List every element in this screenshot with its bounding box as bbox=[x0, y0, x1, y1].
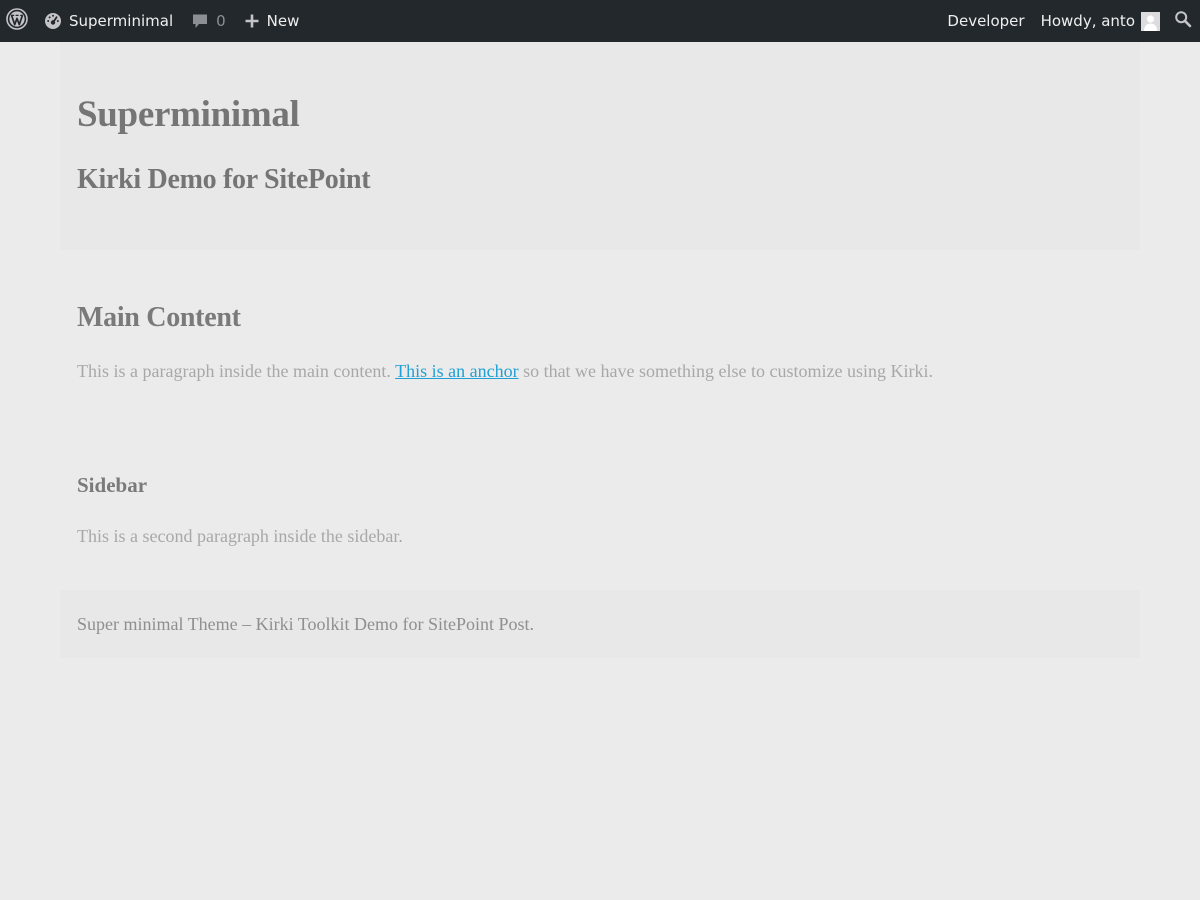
user-avatar-icon[interactable] bbox=[1141, 11, 1160, 31]
my-account-menu[interactable]: Howdy, anto bbox=[1033, 0, 1168, 42]
main-paragraph-after: so that we have something else to custom… bbox=[518, 361, 933, 381]
main-paragraph-before: This is a paragraph inside the main cont… bbox=[77, 361, 396, 381]
admin-bar-right: Developer Howdy, anto bbox=[939, 0, 1200, 42]
main-content-title: Main Content bbox=[77, 302, 241, 333]
comment-icon bbox=[191, 12, 209, 30]
site-name-menu[interactable]: Superminimal bbox=[36, 0, 183, 42]
comments-count[interactable]: 0 bbox=[216, 12, 226, 30]
plus-icon bbox=[244, 13, 260, 29]
comments-menu[interactable]: 0 bbox=[183, 0, 236, 42]
developer-label[interactable]: Developer bbox=[947, 12, 1024, 30]
page: Superminimal Kirki Demo for SitePoint Ma… bbox=[60, 42, 1140, 658]
wordpress-logo-icon[interactable] bbox=[6, 8, 28, 34]
search-menu[interactable] bbox=[1168, 0, 1200, 42]
footer-text: Super minimal Theme – Kirki Toolkit Demo… bbox=[77, 614, 535, 634]
new-content-menu[interactable]: New bbox=[236, 0, 308, 42]
admin-bar-left: Superminimal 0 New bbox=[0, 0, 307, 42]
site-name-label[interactable]: Superminimal bbox=[69, 12, 173, 30]
site-header: Superminimal Kirki Demo for SitePoint bbox=[60, 42, 1140, 250]
howdy-label[interactable]: Howdy, anto bbox=[1041, 12, 1135, 30]
new-label[interactable]: New bbox=[267, 12, 300, 30]
sidebar-paragraph: This is a second paragraph inside the si… bbox=[77, 526, 403, 546]
site-tagline: Kirki Demo for SitePoint bbox=[77, 164, 371, 195]
dashboard-icon bbox=[44, 12, 62, 30]
developer-menu[interactable]: Developer bbox=[939, 0, 1032, 42]
main-content: Main Content This is a paragraph inside … bbox=[60, 250, 1140, 383]
sidebar-title: Sidebar bbox=[77, 473, 148, 497]
anchor-link[interactable]: This is an anchor bbox=[395, 361, 518, 381]
admin-bar: Superminimal 0 New Developer Howdy, anto bbox=[0, 0, 1200, 42]
wp-logo-menu[interactable] bbox=[0, 0, 36, 42]
sidebar: Sidebar This is a second paragraph insid… bbox=[60, 383, 1140, 548]
site-title[interactable]: Superminimal bbox=[77, 92, 1123, 138]
site-footer: Super minimal Theme – Kirki Toolkit Demo… bbox=[60, 590, 1140, 658]
search-icon[interactable] bbox=[1174, 10, 1192, 32]
main-paragraph: This is a paragraph inside the main cont… bbox=[77, 359, 1123, 383]
